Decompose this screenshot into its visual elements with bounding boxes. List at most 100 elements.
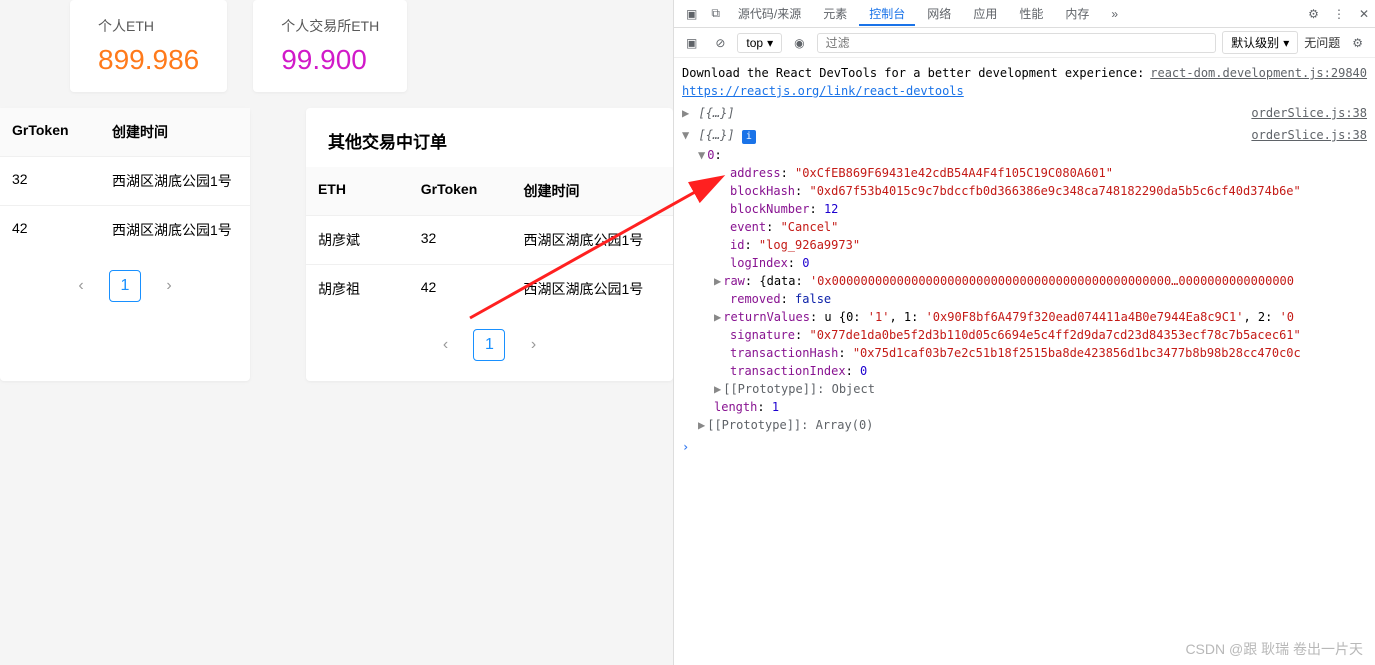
filter-input[interactable]: [817, 33, 1217, 53]
eye-icon[interactable]: ◉: [788, 32, 810, 54]
table-row: 胡彦祖 42 西湖区湖底公园1号: [306, 264, 673, 313]
prototype-label: [[Prototype]]: Array(0): [707, 418, 873, 432]
source-link[interactable]: orderSlice.js:38: [1251, 104, 1367, 122]
console-message: Download the React DevTools for a better…: [682, 66, 1144, 98]
disclosure-icon[interactable]: ▶: [682, 106, 689, 120]
console-output: react-dom.development.js:29840 Download …: [674, 58, 1375, 665]
console-prompt[interactable]: ›: [682, 434, 1367, 460]
issues-label: 无问题: [1304, 34, 1340, 51]
prop-key: address: [730, 166, 781, 180]
app-panel: 个人ETH 899.986 个人交易所ETH 99.900 GrToken 创建…: [0, 0, 673, 665]
disclosure-icon[interactable]: ▼: [682, 128, 689, 142]
prop-value: "0x77de1da0be5f2d3b110d05c6694e5c4ff2d9d…: [809, 328, 1300, 342]
card-value: 899.986: [98, 44, 199, 76]
prop-value: 0: [802, 256, 809, 270]
source-link[interactable]: orderSlice.js:38: [1251, 126, 1367, 144]
prop-value: "Cancel": [781, 220, 839, 234]
col-grtoken: GrToken: [409, 167, 512, 215]
prop-value: "0xCfEB869F69431e42cdB54A4F4f105C19C080A…: [795, 166, 1113, 180]
prev-page-button[interactable]: ‹: [65, 270, 97, 302]
watermark: CSDN @跟 耿瑞 卷出一片天: [1185, 639, 1363, 659]
card-label: 个人交易所ETH: [281, 16, 379, 36]
prop-key: transactionHash: [730, 346, 838, 360]
close-icon[interactable]: ✕: [1353, 3, 1375, 25]
card-label: 个人ETH: [98, 16, 199, 36]
left-table: GrToken 创建时间 32 西湖区湖底公园1号 42 西湖区湖底公园1号 ‹…: [0, 108, 250, 381]
disclosure-icon[interactable]: ▶: [698, 418, 705, 432]
next-page-button[interactable]: ›: [517, 329, 549, 361]
card-value: 99.900: [281, 44, 379, 76]
prop-key: raw: [723, 274, 745, 288]
prop-key: length: [714, 400, 757, 414]
prev-page-button[interactable]: ‹: [429, 329, 461, 361]
info-icon[interactable]: i: [742, 130, 756, 144]
gear-icon[interactable]: ⚙: [1346, 32, 1369, 54]
table-title: 其他交易中订单: [306, 108, 673, 167]
prop-value: '0x0000000000000000000000000000000000000…: [810, 274, 1294, 288]
tab-memory[interactable]: 内存: [1055, 1, 1099, 26]
prop-value: "0x75d1caf03b7e2c51b18f2515ba8de423856d1…: [853, 346, 1301, 360]
console-toolbar: ▣ ⊘ top ▾ ◉ 默认级别 ▾ 无问题 ⚙: [674, 28, 1375, 58]
page-number[interactable]: 1: [109, 270, 141, 302]
prop-value: 1: [772, 400, 779, 414]
obj-index: 0: [707, 148, 714, 162]
device-icon[interactable]: ⧉: [705, 2, 726, 25]
prop-key: blockNumber: [730, 202, 809, 216]
col-eth: ETH: [306, 167, 409, 215]
cell: 42: [0, 206, 100, 254]
stat-card-exchange-eth: 个人交易所ETH 99.900: [253, 0, 407, 92]
source-link[interactable]: react-dom.development.js:29840: [1150, 64, 1367, 82]
col-createtime: 创建时间: [512, 167, 673, 215]
log-level-dropdown[interactable]: 默认级别 ▾: [1222, 31, 1298, 54]
array-summary[interactable]: [{…}]: [698, 106, 734, 120]
cell: 32: [0, 157, 100, 205]
page-number[interactable]: 1: [473, 329, 505, 361]
devtools-panel: ▣ ⧉ 源代码/来源 元素 控制台 网络 应用 性能 内存 » ⚙ ⋮ ✕ ▣ …: [673, 0, 1375, 665]
prop-key: transactionIndex: [730, 364, 846, 378]
devtools-tabs: ▣ ⧉ 源代码/来源 元素 控制台 网络 应用 性能 内存 » ⚙ ⋮ ✕: [674, 0, 1375, 28]
prop-value: false: [795, 292, 831, 306]
tab-application[interactable]: 应用: [963, 1, 1007, 26]
prop-value: 0: [860, 364, 867, 378]
prop-value: "log_926a9973": [759, 238, 860, 252]
prop-key: blockHash: [730, 184, 795, 198]
tab-elements[interactable]: 元素: [813, 1, 857, 26]
prop-key: logIndex: [730, 256, 788, 270]
gear-icon[interactable]: ⚙: [1302, 3, 1325, 25]
cell: 西湖区湖底公园1号: [512, 216, 673, 264]
table-row: 32 西湖区湖底公园1号: [0, 156, 250, 205]
cell: 西湖区湖底公园1号: [100, 206, 250, 254]
table-header: GrToken 创建时间: [0, 108, 250, 156]
next-page-button[interactable]: ›: [153, 270, 185, 302]
prop-key: id: [730, 238, 744, 252]
prop-value: 12: [824, 202, 838, 216]
tab-more[interactable]: »: [1101, 3, 1128, 25]
array-summary[interactable]: [{…}]: [698, 128, 734, 142]
cell: 42: [409, 265, 512, 313]
cell: 胡彦祖: [306, 265, 409, 313]
react-devtools-link[interactable]: https://reactjs.org/link/react-devtools: [682, 84, 964, 98]
col-grtoken: GrToken: [0, 108, 100, 156]
kebab-icon[interactable]: ⋮: [1327, 3, 1351, 25]
disclosure-icon[interactable]: ▼: [698, 148, 705, 162]
inspect-icon[interactable]: ▣: [680, 3, 703, 25]
disclosure-icon[interactable]: ▶: [714, 274, 721, 288]
cell: 西湖区湖底公园1号: [100, 157, 250, 205]
prop-key: signature: [730, 328, 795, 342]
tab-console[interactable]: 控制台: [859, 1, 915, 26]
clear-console-icon[interactable]: ⊘: [709, 32, 731, 54]
sidebar-toggle-icon[interactable]: ▣: [680, 32, 703, 54]
cell: 西湖区湖底公园1号: [512, 265, 673, 313]
pagination: ‹ 1 ›: [306, 313, 673, 381]
disclosure-icon[interactable]: ▶: [714, 310, 721, 324]
table-row: 42 西湖区湖底公园1号: [0, 205, 250, 254]
disclosure-icon[interactable]: ▶: [714, 382, 721, 396]
tab-sources[interactable]: 源代码/来源: [728, 1, 811, 26]
tab-network[interactable]: 网络: [917, 1, 961, 26]
table-row: 胡彦斌 32 西湖区湖底公园1号: [306, 215, 673, 264]
context-dropdown[interactable]: top ▾: [737, 33, 782, 53]
other-orders-table: 其他交易中订单 ETH GrToken 创建时间 胡彦斌 32 西湖区湖底公园1…: [306, 108, 673, 381]
prototype-label: [[Prototype]]: Object: [723, 382, 875, 396]
table-header: ETH GrToken 创建时间: [306, 167, 673, 215]
tab-performance[interactable]: 性能: [1009, 1, 1053, 26]
